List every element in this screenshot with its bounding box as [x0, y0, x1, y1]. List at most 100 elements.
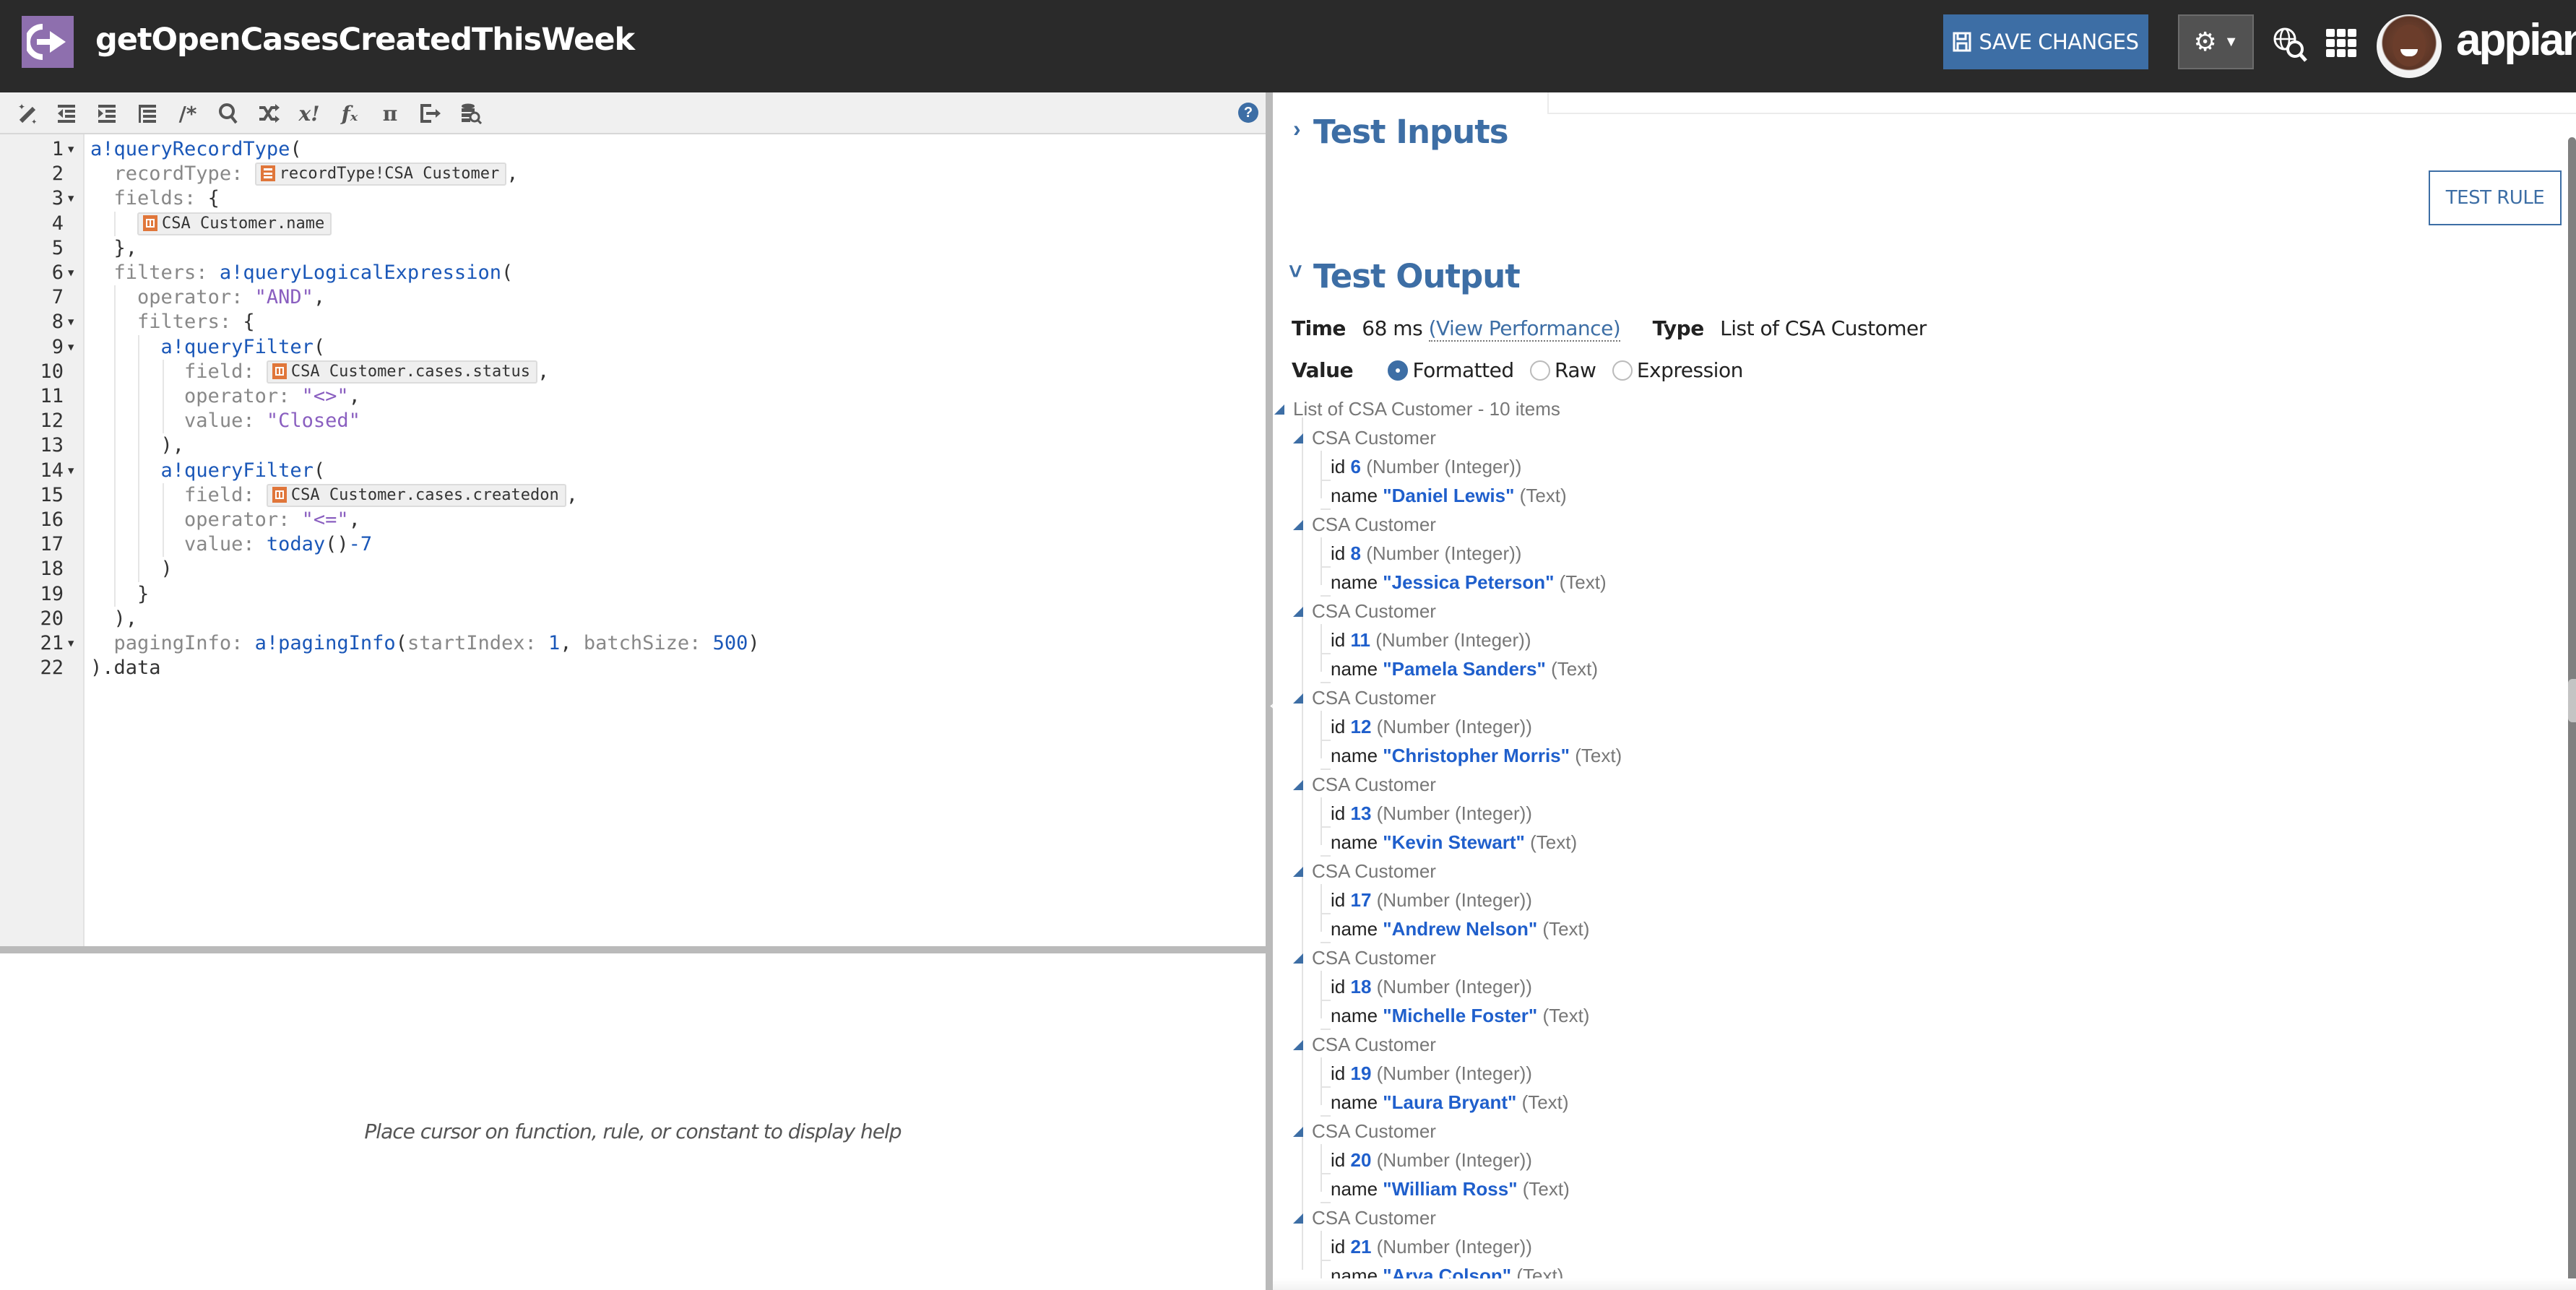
field-type: (Number (Integer)) [1376, 1149, 1532, 1171]
code-line[interactable]: 4 CSA Customer.name [0, 212, 1266, 236]
code-line[interactable]: 16 operator: "<=", [0, 508, 1266, 532]
panel-collapse-handle[interactable] [2568, 679, 2576, 722]
fold-caret-icon[interactable]: ▼ [68, 335, 74, 360]
code-line[interactable]: 19 } [0, 582, 1266, 607]
fold-caret-icon[interactable]: ▼ [68, 261, 74, 285]
expand-triangle-icon[interactable] [1293, 780, 1303, 790]
tree-item[interactable]: CSA Customer [1293, 683, 1436, 712]
radio-formatted[interactable]: Formatted [1388, 358, 1514, 382]
code-line[interactable]: 11 operator: "<>", [0, 384, 1266, 409]
line-number: 22 [40, 657, 64, 680]
expand-triangle-icon[interactable] [1274, 404, 1284, 415]
fold-caret-icon[interactable]: ▼ [68, 631, 74, 656]
code-line[interactable]: 6 ▼ filters: a!queryLogicalExpression( [0, 261, 1266, 285]
code-punct: }, [113, 236, 138, 259]
chevron-right-icon[interactable]: › [1293, 116, 1301, 142]
test-inputs-heading[interactable]: Test Inputs [1313, 113, 1509, 151]
tree-item[interactable]: CSA Customer [1293, 857, 1436, 886]
fold-caret-icon[interactable]: ▼ [68, 310, 74, 334]
code-line[interactable]: 2 recordType: recordType!CSA Customer, [0, 162, 1266, 186]
record-field-token[interactable]: CSA Customer.name [137, 212, 332, 235]
radio-formatted-control[interactable] [1388, 360, 1409, 381]
user-avatar[interactable] [2377, 14, 2442, 78]
indent-guide [114, 285, 116, 607]
code-line[interactable]: 9 ▼ a!queryFilter( [0, 335, 1266, 360]
tree-item[interactable]: CSA Customer [1293, 597, 1436, 625]
tree-item[interactable]: CSA Customer [1293, 943, 1436, 972]
globe-search-icon[interactable] [2272, 26, 2308, 62]
function-icon[interactable]: fₓ [337, 101, 363, 126]
expand-triangle-icon[interactable] [1293, 953, 1303, 964]
tree-item[interactable]: CSA Customer [1293, 1030, 1436, 1059]
line-number: 1 [51, 138, 64, 160]
expression-editor[interactable]: 1 ▼ a!queryRecordType(2 recordType: record… [0, 134, 1266, 946]
horizontal-splitter[interactable] [0, 946, 1266, 953]
tree-root[interactable]: List of CSA Customer - 10 items [1274, 394, 1560, 423]
fold-caret-icon[interactable]: ▼ [68, 137, 74, 162]
tree-connector [1321, 884, 1322, 932]
tree-connector [1321, 797, 1322, 845]
code-line[interactable]: 15 field: CSA Customer.cases.createdon, [0, 483, 1266, 508]
code-line[interactable]: 22).data [0, 656, 1266, 680]
fold-caret-icon[interactable]: ▼ [68, 459, 74, 483]
code-line[interactable]: 3 ▼ fields: { [0, 186, 1266, 211]
app-grid-icon[interactable] [2326, 29, 2362, 59]
expand-triangle-icon[interactable] [1293, 520, 1303, 530]
code-line[interactable]: 13 ), [0, 433, 1266, 458]
code-line[interactable]: 17 value: today()-7 [0, 532, 1266, 557]
code-line[interactable]: 21 ▼ pagingInfo: a!pagingInfo(startIndex:… [0, 631, 1266, 656]
code-line[interactable]: 8 ▼ filters: { [0, 310, 1266, 334]
code-line[interactable]: 5 }, [0, 236, 1266, 261]
code-line[interactable]: 14 ▼ a!queryFilter( [0, 459, 1266, 483]
field-value: 13 [1350, 802, 1372, 824]
expand-triangle-icon[interactable] [1293, 1040, 1303, 1050]
test-output-heading[interactable]: Test Output [1313, 257, 1521, 295]
expand-triangle-icon[interactable] [1293, 607, 1303, 617]
radio-expression-control[interactable] [1612, 360, 1633, 381]
code-line[interactable]: 12 value: "Closed" [0, 409, 1266, 433]
chevron-down-icon[interactable]: ˅ [1289, 259, 1302, 285]
search-icon[interactable] [215, 101, 241, 126]
indent-icon[interactable] [94, 101, 120, 126]
pi-icon[interactable]: π [377, 101, 403, 126]
radio-raw[interactable]: Raw [1530, 358, 1596, 382]
expand-triangle-icon[interactable] [1293, 693, 1303, 704]
code-line[interactable]: 10 field: CSA Customer.cases.status, [0, 360, 1266, 384]
radio-expression[interactable]: Expression [1612, 358, 1743, 382]
shuffle-icon[interactable] [256, 101, 282, 126]
record-field-token[interactable]: CSA Customer.cases.createdon [266, 483, 566, 507]
database-search-icon[interactable] [458, 101, 484, 126]
expand-triangle-icon[interactable] [1293, 433, 1303, 443]
code-line[interactable]: 1 ▼ a!queryRecordType( [0, 137, 1266, 162]
tree-item[interactable]: CSA Customer [1293, 1203, 1436, 1232]
tree-item[interactable]: CSA Customer [1293, 510, 1436, 539]
record-type-token[interactable]: recordType!CSA Customer [254, 163, 507, 186]
variable-icon[interactable]: x! [296, 101, 322, 126]
code-line[interactable]: 18 ) [0, 557, 1266, 581]
code-line[interactable]: 20 ), [0, 607, 1266, 631]
record-field-token[interactable]: CSA Customer.cases.status [266, 360, 537, 384]
code-key: filters: [113, 261, 208, 284]
expand-triangle-icon[interactable] [1293, 1127, 1303, 1137]
export-icon[interactable] [418, 101, 444, 126]
tree-item[interactable]: CSA Customer [1293, 770, 1436, 799]
tree-item[interactable]: CSA Customer [1293, 423, 1436, 452]
save-changes-button[interactable]: SAVE CHANGES [1943, 14, 2148, 69]
expand-triangle-icon[interactable] [1293, 867, 1303, 877]
code-line[interactable]: 7 operator: "AND", [0, 285, 1266, 310]
fold-caret-icon[interactable]: ▼ [68, 186, 74, 211]
tree-item[interactable]: CSA Customer [1293, 1117, 1436, 1146]
outdent-icon[interactable] [53, 101, 79, 126]
line-number: 19 [40, 582, 64, 605]
test-rule-button[interactable]: TEST RULE [2429, 170, 2562, 225]
code-key: value: [184, 410, 255, 433]
list-indent-icon[interactable] [134, 101, 160, 126]
help-icon[interactable]: ? [1238, 103, 1258, 123]
radio-raw-control[interactable] [1530, 360, 1551, 381]
expand-triangle-icon[interactable] [1293, 1213, 1303, 1224]
view-performance-link[interactable]: (View Performance) [1428, 316, 1621, 342]
app-header: getOpenCasesCreatedThisWeek SAVE CHANGES… [0, 0, 2576, 92]
comment-icon[interactable]: /* [175, 101, 201, 126]
settings-menu-button[interactable]: ⚙ ▼ [2178, 14, 2254, 69]
magic-wand-icon[interactable]: ✦ ✦ [14, 101, 40, 126]
